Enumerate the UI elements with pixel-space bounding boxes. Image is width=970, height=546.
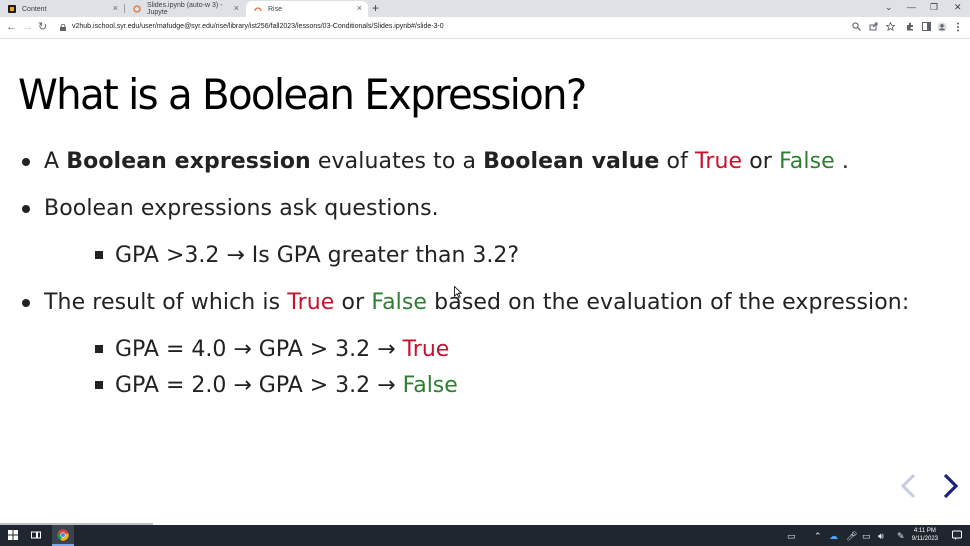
extensions-icon[interactable]: [906, 22, 915, 31]
tab-close-icon[interactable]: ×: [234, 4, 239, 13]
expression-text: GPA = 4.0 → GPA > 3.2 →: [115, 337, 403, 362]
bullet-dot: [22, 299, 30, 307]
sub-bullet-gpa-question: GPA >3.2 → Is GPA greater than 3.2?: [95, 243, 520, 268]
sub-bullet-square: [95, 345, 103, 353]
slide: What is a Boolean Expression? A Boolean …: [0, 40, 970, 523]
bullet-text: Boolean expressions ask questions.: [44, 196, 439, 221]
system-clock[interactable]: 4:11 PM 9/11/2023: [912, 527, 938, 543]
true-value: True: [287, 290, 335, 315]
tab-close-icon[interactable]: ×: [357, 4, 362, 13]
tab-strip: Content × Slides.ipynb (auto-w 3) - Jupy…: [0, 0, 970, 17]
text-segment: The result of which is: [44, 290, 288, 315]
text-segment: .: [834, 149, 849, 174]
network-icon[interactable]: ▭: [862, 531, 871, 541]
slide-title: What is a Boolean Expression?: [18, 70, 587, 119]
back-icon[interactable]: ←: [6, 21, 17, 33]
notifications-icon[interactable]: [952, 530, 962, 540]
bullet-dot: [22, 205, 30, 213]
false-value: False: [779, 149, 835, 174]
pen-icon[interactable]: ✎: [897, 531, 905, 541]
tab-search-icon[interactable]: ⌄: [885, 2, 893, 13]
expression-text: GPA = 2.0 → GPA > 3.2 →: [115, 373, 403, 398]
address-bar[interactable]: v2hub.ischool.syr.edu/user/mafudge@syr.e…: [56, 20, 901, 36]
true-value: True: [695, 149, 743, 174]
sub-bullet-square: [95, 251, 103, 259]
taskbar: ▭ ⌃ ☁ 🎤︎ ▭ 🔊︎ ✎ 4:11 PM 9/11/2023: [0, 525, 970, 546]
volume-icon[interactable]: 🔊︎: [878, 531, 884, 541]
text-segment: or: [742, 149, 780, 174]
windows-start-icon[interactable]: [8, 530, 18, 540]
tray-overflow-icon[interactable]: ⌃: [814, 531, 822, 541]
url-text: v2hub.ischool.syr.edu/user/mafudge@syr.e…: [72, 23, 444, 30]
browser-toolbar: ← → ↻ v2hub.ischool.syr.edu/user/mafudge…: [0, 17, 970, 39]
jupyter-favicon-icon: [133, 5, 141, 13]
tab-label: Rise: [268, 5, 283, 13]
minimize-icon[interactable]: —: [907, 2, 916, 12]
bullet-result: The result of which is True or False bas…: [22, 290, 910, 315]
menu-icon[interactable]: [955, 22, 961, 32]
rise-favicon-icon: [254, 7, 262, 12]
new-tab-button[interactable]: +: [372, 1, 379, 15]
clock-date: 9/11/2023: [911, 536, 938, 542]
bullet-dot: [22, 158, 30, 166]
true-value: True: [402, 337, 450, 362]
sub-bullet-gpa-2: GPA = 2.0 → GPA > 3.2 → False: [95, 373, 458, 398]
text-segment: A: [44, 149, 67, 174]
clock-time: 4:11 PM: [913, 528, 936, 534]
sub-bullet-text: GPA >3.2 → Is GPA greater than 3.2?: [115, 243, 520, 268]
text-segment: based on the evaluation of the expressio…: [427, 290, 910, 315]
restore-icon[interactable]: ❐: [930, 2, 938, 13]
task-view-icon[interactable]: [31, 530, 41, 540]
window-close-icon[interactable]: ✕: [954, 2, 962, 13]
tab-rise[interactable]: Rise ×: [246, 1, 368, 17]
tab-close-icon[interactable]: ×: [113, 4, 118, 13]
tab-label: Content: [22, 5, 47, 13]
sub-bullet-square: [95, 381, 103, 389]
chrome-icon: [57, 529, 69, 541]
content-favicon-icon: [8, 5, 16, 13]
profile-icon[interactable]: [937, 22, 947, 32]
tab-content[interactable]: Content ×: [0, 1, 124, 17]
bullet-boolean-definition: A Boolean expression evaluates to a Bool…: [22, 149, 849, 174]
text-segment: evaluates to a: [310, 149, 484, 174]
keyboard-icon[interactable]: ▭: [787, 531, 796, 541]
forward-icon[interactable]: →: [22, 21, 33, 33]
onedrive-icon[interactable]: ☁: [829, 531, 838, 541]
lock-icon: [60, 24, 66, 31]
tab-jupyter-slides[interactable]: Slides.ipynb (auto-w 3) - Jupyte ×: [125, 1, 245, 17]
taskbar-chrome-button[interactable]: [52, 525, 74, 546]
text-segment: of: [659, 149, 696, 174]
text-segment: or: [334, 290, 372, 315]
false-value: False: [402, 373, 458, 398]
microphone-icon[interactable]: 🎤︎: [846, 531, 857, 541]
bold-term: Boolean value: [483, 149, 660, 174]
sub-bullet-gpa-4: GPA = 4.0 → GPA > 3.2 → True: [95, 337, 450, 362]
reload-icon[interactable]: ↻: [38, 21, 47, 33]
share-icon[interactable]: [869, 22, 878, 31]
bullet-ask-questions: Boolean expressions ask questions.: [22, 196, 439, 221]
tab-label: Slides.ipynb (auto-w 3) - Jupyte: [147, 2, 223, 16]
next-slide-arrow-icon[interactable]: [940, 472, 962, 500]
false-value: False: [371, 290, 428, 315]
mouse-cursor-icon: [454, 286, 462, 298]
previous-slide-arrow-icon[interactable]: [897, 472, 919, 500]
star-icon[interactable]: [886, 22, 895, 31]
sidebar-icon[interactable]: [922, 22, 931, 31]
zoom-icon[interactable]: [852, 22, 861, 31]
bold-term: Boolean expression: [66, 149, 311, 174]
